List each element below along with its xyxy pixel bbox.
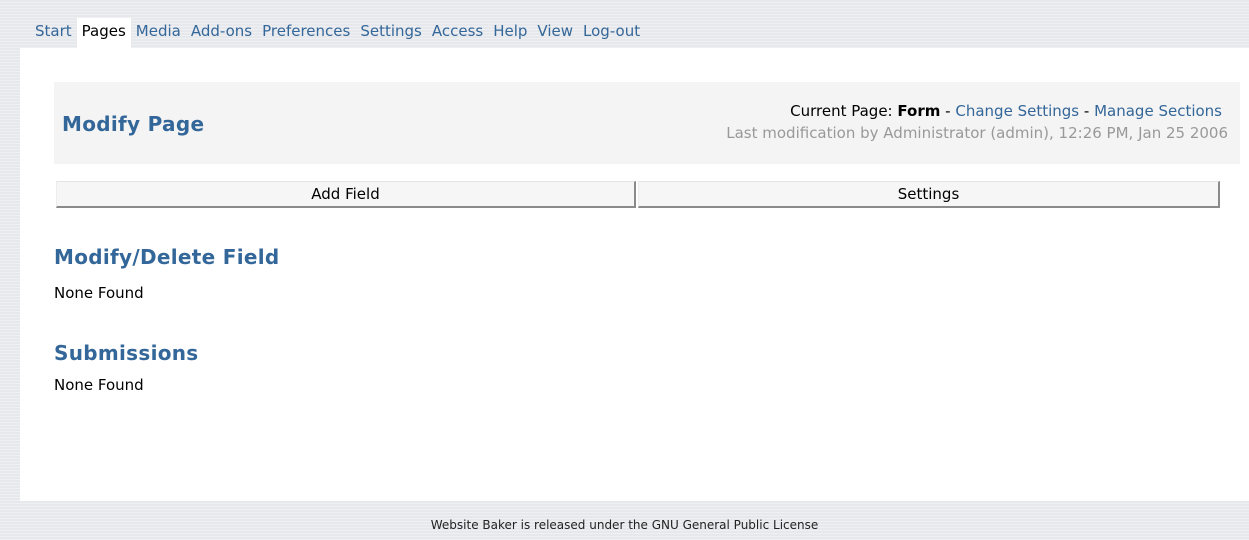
add-field-button[interactable]: Add Field xyxy=(56,181,636,208)
nav-item-access[interactable]: Access xyxy=(427,18,488,48)
page-header: Modify Page Current Page: Form - Change … xyxy=(54,82,1240,164)
last-modification-text: Last modification by Administrator (admi… xyxy=(726,124,1228,142)
nav-item-log-out[interactable]: Log-out xyxy=(578,18,645,48)
nav-item-pages[interactable]: Pages xyxy=(76,18,131,48)
change-settings-link[interactable]: Change Settings xyxy=(955,102,1079,120)
modify-delete-field-heading: Modify/Delete Field xyxy=(54,245,280,269)
settings-button[interactable]: Settings xyxy=(638,181,1220,208)
separator: - xyxy=(945,102,951,120)
submissions-heading: Submissions xyxy=(54,341,199,365)
nav-item-add-ons[interactable]: Add-ons xyxy=(186,18,257,48)
page-title: Modify Page xyxy=(62,112,205,136)
main-nav: Start Pages Media Add-ons Preferences Se… xyxy=(30,18,645,48)
modify-delete-empty-text: None Found xyxy=(54,284,144,302)
current-page-label: Current Page: xyxy=(790,102,893,120)
footer: Website Baker is released under the GNU … xyxy=(0,501,1249,540)
nav-item-settings[interactable]: Settings xyxy=(355,18,427,48)
current-page-info: Current Page: Form - Change Settings - M… xyxy=(790,102,1222,120)
nav-item-preferences[interactable]: Preferences xyxy=(257,18,355,48)
submissions-empty-text: None Found xyxy=(54,376,144,394)
nav-item-view[interactable]: View xyxy=(532,18,578,48)
nav-item-start[interactable]: Start xyxy=(30,18,77,48)
content-panel: Modify Page Current Page: Form - Change … xyxy=(20,48,1249,501)
separator: - xyxy=(1083,102,1090,120)
nav-item-media[interactable]: Media xyxy=(131,18,186,48)
footer-license-text: Website Baker is released under the GNU … xyxy=(430,518,819,532)
manage-sections-link[interactable]: Manage Sections xyxy=(1094,102,1222,120)
current-page-name: Form xyxy=(897,102,941,120)
nav-item-help[interactable]: Help xyxy=(488,18,532,48)
